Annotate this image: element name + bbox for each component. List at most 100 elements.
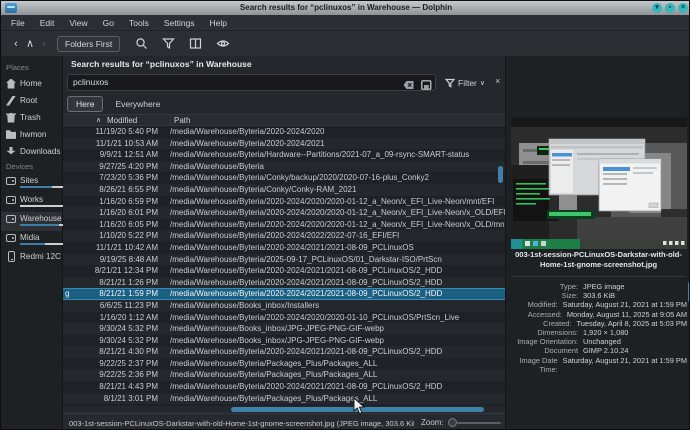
cell-modified: 9/22/25 2:37 PM: [63, 358, 158, 370]
dolphin-window: Search results for “pclinuxos” in Wareho…: [0, 0, 690, 430]
close-button[interactable]: ×: [678, 3, 688, 13]
cell-modified: 11/1/21 10:42 AM: [63, 242, 158, 254]
table-row[interactable]: 8/26/21 6:55 PM /media/Warehouse/Byteria…: [63, 184, 505, 196]
table-row[interactable]: 8/21/21 1:26 PM /media/Warehouse/Byteria…: [63, 277, 505, 289]
device-label: Warehouse: [20, 214, 62, 223]
sidebar-place-item[interactable]: Home: [1, 75, 62, 92]
cell-modified: 1/10/20 5:22 PM: [63, 230, 158, 242]
zoom-label: Zoom:: [421, 418, 444, 427]
table-row[interactable]: 11/19/20 5:40 PM /media/Warehouse/Byteri…: [63, 126, 505, 138]
menu-item[interactable]: File: [11, 18, 25, 28]
toolbar: ‹ ∧ › Folders First: [1, 31, 690, 56]
preview-filename: 003-1st-session-PCLinuxOS-Darkstar-with-…: [510, 250, 687, 270]
filter-icon[interactable]: [162, 37, 175, 50]
table-row[interactable]: 1/16/20 6:05 PM /media/Warehouse/Byteria…: [63, 219, 505, 231]
sidebar-place-item[interactable]: Root: [1, 92, 62, 109]
table-row[interactable]: 9/9/21 12:51 AM /media/Warehouse/Byteria…: [63, 149, 505, 161]
zoom-slider-track[interactable]: [457, 422, 501, 424]
menu-item[interactable]: Settings: [164, 18, 195, 28]
table-row[interactable]: 8/21/21 4:30 PM /media/Warehouse/Byteria…: [63, 346, 505, 358]
file-properties: Type: JPEG image Size: 303.6 KiB Modifie…: [506, 282, 687, 365]
cell-modified: 1/16/20 6:01 PM: [63, 207, 158, 219]
title-bar[interactable]: Search results for “pclinuxos” in Wareho…: [1, 1, 690, 15]
cell-path: /media/Warehouse/Byteria/2020-2024/2020: [170, 126, 324, 138]
sidebar-place-item[interactable]: Downloads: [1, 143, 62, 160]
table-row[interactable]: 9/22/25 2:37 PM /media/Warehouse/Byteria…: [63, 358, 505, 370]
table-row[interactable]: 6/6/25 11:23 PM /media/Warehouse/Books_i…: [63, 300, 505, 312]
cell-modified: 8/21/21 4:30 PM: [63, 346, 158, 358]
vertical-scrollbar[interactable]: [498, 166, 503, 183]
split-view-icon[interactable]: [189, 37, 202, 50]
sidebar-device-item[interactable]: Warehouse: [1, 212, 62, 231]
table-header[interactable]: ∧ Modified Path: [63, 114, 505, 126]
minimize-button[interactable]: ▾: [652, 3, 662, 13]
table-row[interactable]: 1/16/20 1:12 AM /media/Warehouse/Byteria…: [63, 312, 505, 324]
cell-path: /media/Warehouse/Byteria/Conky/backup/20…: [170, 172, 429, 184]
menu-item[interactable]: Edit: [40, 18, 55, 28]
zoom-slider-handle[interactable]: [448, 418, 457, 427]
place-icon: [6, 147, 16, 157]
cell-modified: 9/27/25 4:20 PM: [63, 161, 158, 173]
sidebar-device-item[interactable]: Sites: [1, 174, 62, 193]
forward-button[interactable]: ›: [37, 38, 51, 50]
filter-label: Filter: [458, 78, 477, 88]
horizontal-scrollbar-track[interactable]: [63, 406, 505, 413]
cell-path: /media/Warehouse/Byteria/2020-2024/2021/…: [170, 346, 442, 358]
menu-item[interactable]: Tools: [129, 18, 149, 28]
search-input[interactable]: pclinuxos: [67, 74, 436, 91]
property-value: Monday, August 11, 2025 at 9:05 AM: [562, 310, 687, 319]
scope-everywhere-button[interactable]: Everywhere: [107, 97, 168, 111]
cell-path: /media/Warehouse/Byteria/2020-2024/2020/…: [170, 219, 505, 231]
cell-path: /media/Warehouse/Byteria/2020-2024/2021/…: [170, 289, 442, 299]
filter-dropdown[interactable]: Filter ∨: [445, 75, 485, 91]
menu-bar: File Edit View Go Tools Settings Help: [1, 15, 690, 31]
table-row[interactable]: 7/23/20 5:36 PM /media/Warehouse/Byteria…: [63, 172, 505, 184]
property-row: Accessed: Monday, August 11, 2025 at 9:0…: [506, 310, 687, 319]
folders-first-button[interactable]: Folders First: [57, 36, 120, 52]
sidebar-place-item[interactable]: hwmon: [1, 126, 62, 143]
search-icon[interactable]: [135, 37, 148, 50]
back-button[interactable]: ‹: [9, 38, 23, 50]
status-bar: 003-1st-session-PCLinuxOS-Darkstar-with-…: [63, 413, 505, 430]
cell-modified: 8/21/21 12:34 PM: [63, 265, 158, 277]
table-row[interactable]: 1/16/20 6:59 PM /media/Warehouse/Byteria…: [63, 196, 505, 208]
table-row[interactable]: 11/1/21 10:42 AM /media/Warehouse/Byteri…: [63, 242, 505, 254]
close-search-icon[interactable]: ×: [495, 76, 500, 86]
table-row[interactable]: 8/21/21 12:34 PM /media/Warehouse/Byteri…: [63, 265, 505, 277]
menu-item[interactable]: View: [69, 18, 87, 28]
save-search-icon[interactable]: [421, 77, 432, 95]
table-row[interactable]: g 8/21/21 1:59 PM /media/Warehouse/Byter…: [63, 288, 505, 300]
table-row[interactable]: 9/30/24 5:32 PM /media/Warehouse/Books_i…: [63, 323, 505, 335]
up-button[interactable]: ∧: [23, 37, 37, 50]
chevron-down-icon: ∨: [480, 79, 485, 87]
table-row[interactable]: 9/27/25 4:20 PM /media/Warehouse/Byteria: [63, 161, 505, 173]
place-icon: [6, 130, 16, 140]
table-row[interactable]: 1/10/20 5:22 PM /media/Warehouse/Byteria…: [63, 230, 505, 242]
cell-path: /media/Warehouse/Byteria: [170, 161, 264, 173]
property-row: Size: 303.6 KiB: [506, 291, 687, 300]
sidebar-device-item[interactable]: Midia: [1, 231, 62, 250]
table-row[interactable]: 9/22/25 2:36 PM /media/Warehouse/Byteria…: [63, 369, 505, 381]
table-row[interactable]: 9/30/24 5:32 PM /media/Warehouse/Books_i…: [63, 335, 505, 347]
table-row[interactable]: 8/1/21 3:01 PM /media/Warehouse/Byteria/…: [63, 393, 505, 405]
property-label: Dimensions:: [506, 328, 578, 337]
sidebar-place-item[interactable]: Trash: [1, 109, 62, 126]
table-row[interactable]: 9/19/25 8:48 AM /media/Warehouse/Byteria…: [63, 254, 505, 266]
scope-here-button[interactable]: Here: [67, 96, 103, 112]
cell-modified: 9/19/25 8:48 AM: [63, 254, 158, 266]
property-label: Created:: [506, 319, 571, 328]
cell-modified: 9/9/21 12:51 AM: [63, 149, 158, 161]
table-row[interactable]: 1/16/20 6:01 PM /media/Warehouse/Byteria…: [63, 207, 505, 219]
clear-search-icon[interactable]: [403, 77, 415, 95]
place-label: Trash: [20, 113, 41, 122]
cell-path: /media/Warehouse/Byteria/2020-2024/2021/…: [170, 381, 442, 393]
place-icon: [6, 113, 16, 123]
menu-item[interactable]: Go: [103, 18, 114, 28]
sidebar-device-item[interactable]: Works: [1, 193, 62, 212]
maximize-button[interactable]: ▪: [665, 3, 675, 13]
sidebar-device-item[interactable]: Redmi 12C: [1, 250, 62, 269]
table-row[interactable]: 11/1/21 10:53 AM /media/Warehouse/Byteri…: [63, 138, 505, 150]
table-row[interactable]: 8/21/21 4:43 PM /media/Warehouse/Byteria…: [63, 381, 505, 393]
preview-eye-icon[interactable]: [216, 37, 230, 50]
menu-item[interactable]: Help: [210, 18, 227, 28]
